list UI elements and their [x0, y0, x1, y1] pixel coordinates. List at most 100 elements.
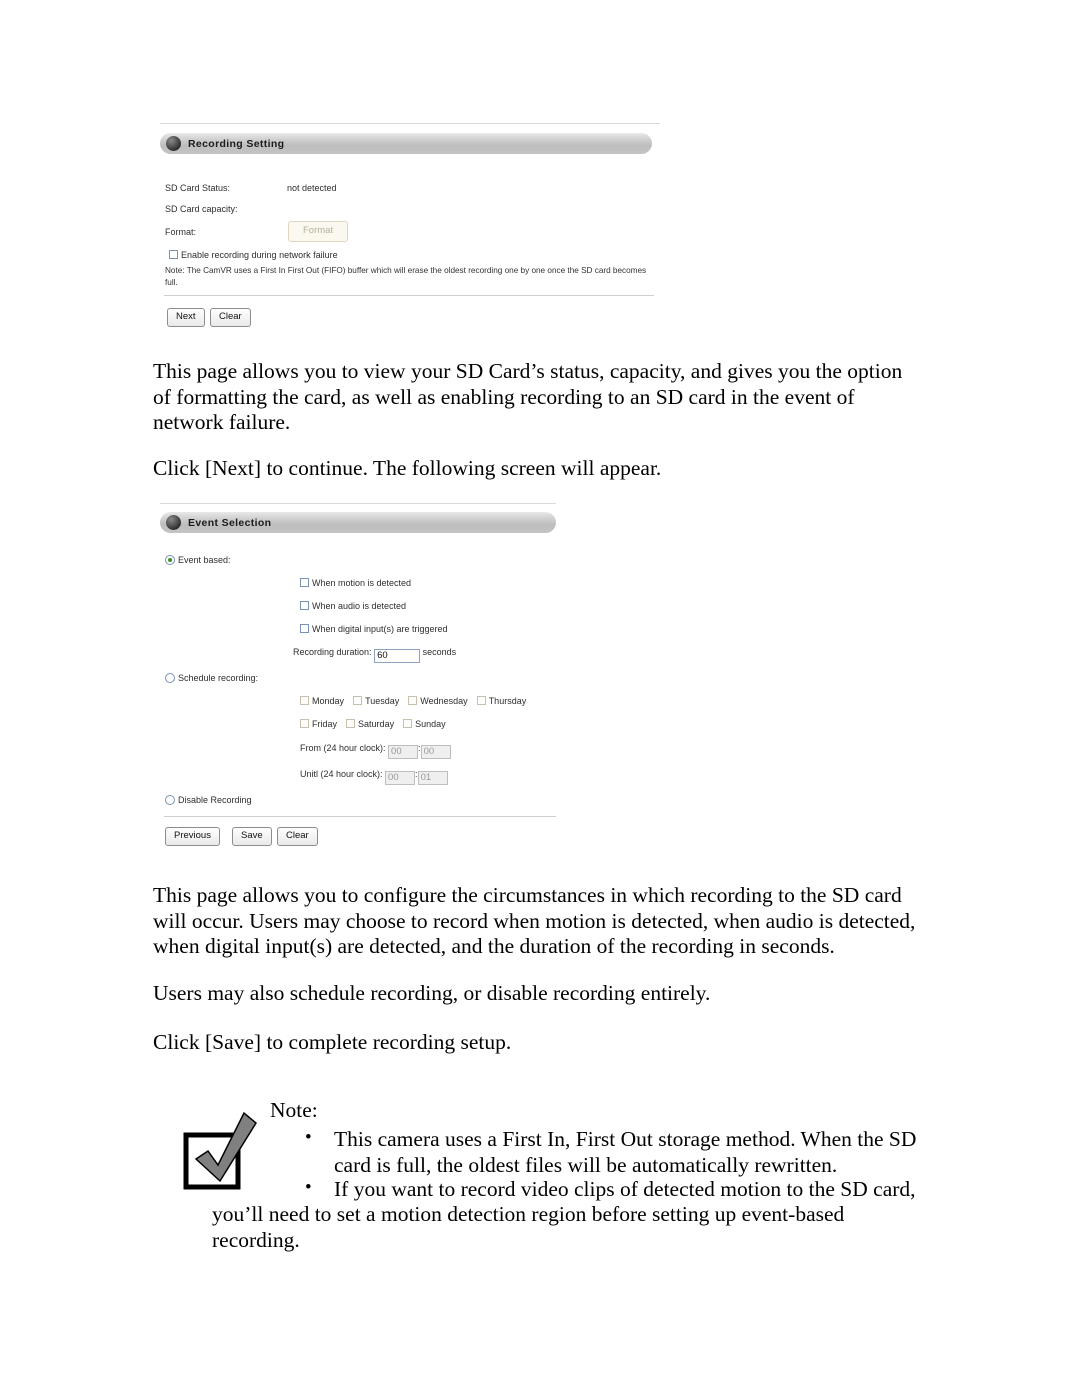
paragraph-3-line-2: will occur. Users may choose to record w…: [153, 908, 916, 933]
save-button-label: Save: [232, 827, 272, 846]
motion-detected-label: When motion is detected: [312, 578, 412, 588]
time-until-hour-input[interactable]: 00: [385, 771, 416, 785]
radio-event-based-row[interactable]: Event based:: [165, 554, 231, 566]
day-checkbox-row-1: Monday Tuesday Wednesday Thursday: [300, 695, 526, 707]
recording-duration-label: Recording duration:: [293, 647, 372, 657]
note-bullet-1-line-2: card is full, the oldest files will be a…: [334, 1152, 838, 1177]
sunday-checkbox[interactable]: [403, 719, 413, 728]
paragraph-1-line-2: of formatting the card, as well as enabl…: [153, 384, 855, 409]
monday-checkbox[interactable]: [300, 696, 309, 705]
recording-duration-unit: seconds: [422, 647, 457, 657]
radio-event-based-label: Event based:: [178, 555, 231, 565]
radio-disable-recording[interactable]: [165, 795, 175, 805]
radio-schedule-recording-label: Schedule recording:: [178, 673, 259, 683]
audio-detected-checkbox[interactable]: [300, 601, 309, 610]
time-until-minute-input[interactable]: 01: [417, 771, 448, 785]
time-from-hour-input[interactable]: 00: [388, 745, 419, 759]
clear-button-1[interactable]: Clear: [210, 306, 251, 327]
note-bullet-1: This camera uses a First In, First Out s…: [334, 1127, 916, 1178]
day-checkbox-row-2: Friday Saturday Sunday: [300, 718, 446, 730]
note-bullet-2: If you want to record video clips of det…: [334, 1177, 916, 1203]
checkmark-in-box-icon: [182, 1111, 262, 1191]
event-selection-panel: Event Selection Event based: When motion…: [160, 503, 560, 848]
radio-schedule-recording-row[interactable]: Schedule recording:: [165, 672, 258, 684]
tuesday-checkbox[interactable]: [353, 696, 363, 705]
recording-duration-row: Recording duration: 60 seconds: [293, 646, 456, 663]
sunday-label: Sunday: [415, 719, 446, 729]
clear-button-2-label: Clear: [277, 827, 318, 846]
note-bullet-2-line-2: you’ll need to set a motion detection re…: [212, 1202, 845, 1226]
recording-duration-input[interactable]: 60: [374, 649, 421, 663]
monday-label: Monday: [312, 696, 345, 706]
time-from-label: From (24 hour clock):: [300, 743, 386, 753]
sd-card-status-value: not detected: [287, 183, 337, 193]
time-from-row: From (24 hour clock): 00:00: [300, 742, 451, 759]
thursday-label: Thursday: [488, 696, 527, 706]
enable-recording-label: Enable recording during network failure: [181, 250, 338, 260]
recording-setting-header: Recording Setting: [160, 133, 652, 154]
event-panel-bottom-divider: [164, 816, 556, 817]
friday-label: Friday: [312, 719, 338, 729]
time-until-row: Unitl (24 hour clock): 00:01: [300, 768, 448, 785]
checkbox-audio-row[interactable]: When audio is detected: [300, 600, 406, 612]
note-bullet-2-line-1: If you want to record video clips of det…: [334, 1177, 916, 1201]
format-button[interactable]: Format: [288, 220, 349, 242]
event-panel-top-divider: [160, 503, 556, 504]
event-selection-header: Event Selection: [160, 512, 556, 533]
note-heading: Note:: [270, 1098, 318, 1122]
radio-disable-recording-row[interactable]: Disable Recording: [165, 794, 252, 806]
note-bullet-1-line-1: This camera uses a First In, First Out s…: [334, 1127, 917, 1151]
time-until-label: Unitl (24 hour clock):: [300, 769, 383, 779]
radio-event-based[interactable]: [165, 555, 175, 565]
paragraph-3: This page allows you to configure the ci…: [153, 883, 915, 960]
motion-detected-checkbox[interactable]: [300, 578, 309, 587]
saturday-checkbox[interactable]: [346, 719, 356, 728]
thursday-checkbox[interactable]: [476, 696, 486, 705]
panel-bottom-divider: [164, 295, 654, 296]
fifo-note-text: Note: The CamVR uses a First In First Ou…: [165, 266, 647, 287]
previous-button[interactable]: Previous: [165, 825, 220, 846]
sphere-orb-icon: [166, 515, 181, 530]
sd-card-status-label: SD Card Status:: [165, 183, 231, 193]
event-selection-title: Event Selection: [188, 516, 272, 529]
format-label: Format:: [165, 227, 197, 237]
saturday-label: Saturday: [358, 719, 395, 729]
panel-top-divider: [160, 123, 660, 124]
digital-input-checkbox[interactable]: [300, 624, 309, 633]
time-from-minute-input[interactable]: 00: [420, 745, 451, 759]
checkbox-motion-row[interactable]: When motion is detected: [300, 577, 411, 589]
friday-checkbox[interactable]: [300, 719, 309, 728]
audio-detected-label: When audio is detected: [312, 601, 407, 611]
note-bullet-2-marker: •: [305, 1177, 312, 1198]
note-bullet-2-line-3: recording.: [212, 1227, 300, 1252]
checkbox-digital-input-row[interactable]: When digital input(s) are triggered: [300, 623, 448, 635]
paragraph-5: Click [Save] to complete recording setup…: [153, 1030, 512, 1054]
clear-button-1-label: Clear: [210, 308, 251, 327]
enable-recording-checkbox[interactable]: [169, 250, 178, 259]
wednesday-label: Wednesday: [420, 696, 468, 706]
clear-button-2[interactable]: Clear: [277, 825, 318, 846]
recording-setting-panel: Recording Setting SD Card Status: not de…: [160, 123, 660, 338]
radio-disable-recording-label: Disable Recording: [178, 795, 252, 805]
paragraph-1-line-3: network failure.: [153, 410, 291, 434]
sd-card-capacity-label: SD Card capacity:: [165, 204, 238, 214]
save-button[interactable]: Save: [232, 825, 272, 846]
enable-recording-checkbox-row[interactable]: Enable recording during network failure: [169, 249, 338, 261]
note-bullet-1-marker: •: [305, 1127, 312, 1148]
wednesday-checkbox[interactable]: [408, 696, 418, 705]
radio-schedule-recording[interactable]: [165, 673, 175, 683]
digital-input-label: When digital input(s) are triggered: [312, 624, 448, 634]
paragraph-4: Users may also schedule recording, or di…: [153, 981, 711, 1005]
previous-button-label: Previous: [165, 827, 220, 846]
recording-setting-title: Recording Setting: [188, 137, 285, 150]
paragraph-1-line-1: This page allows you to view your SD Car…: [153, 359, 903, 383]
paragraph-3-line-3: when digital input(s) are detected, and …: [153, 934, 835, 958]
paragraph-2: Click [Next] to continue. The following …: [153, 456, 662, 480]
next-button-label: Next: [167, 308, 205, 327]
paragraph-3-line-1: This page allows you to configure the ci…: [153, 883, 902, 907]
tuesday-label: Tuesday: [365, 696, 400, 706]
note-bullet-2-continued: you’ll need to set a motion detection re…: [212, 1202, 844, 1253]
paragraph-1: This page allows you to view your SD Car…: [153, 359, 902, 436]
next-button[interactable]: Next: [167, 306, 205, 327]
format-button-label: Format: [288, 221, 349, 242]
